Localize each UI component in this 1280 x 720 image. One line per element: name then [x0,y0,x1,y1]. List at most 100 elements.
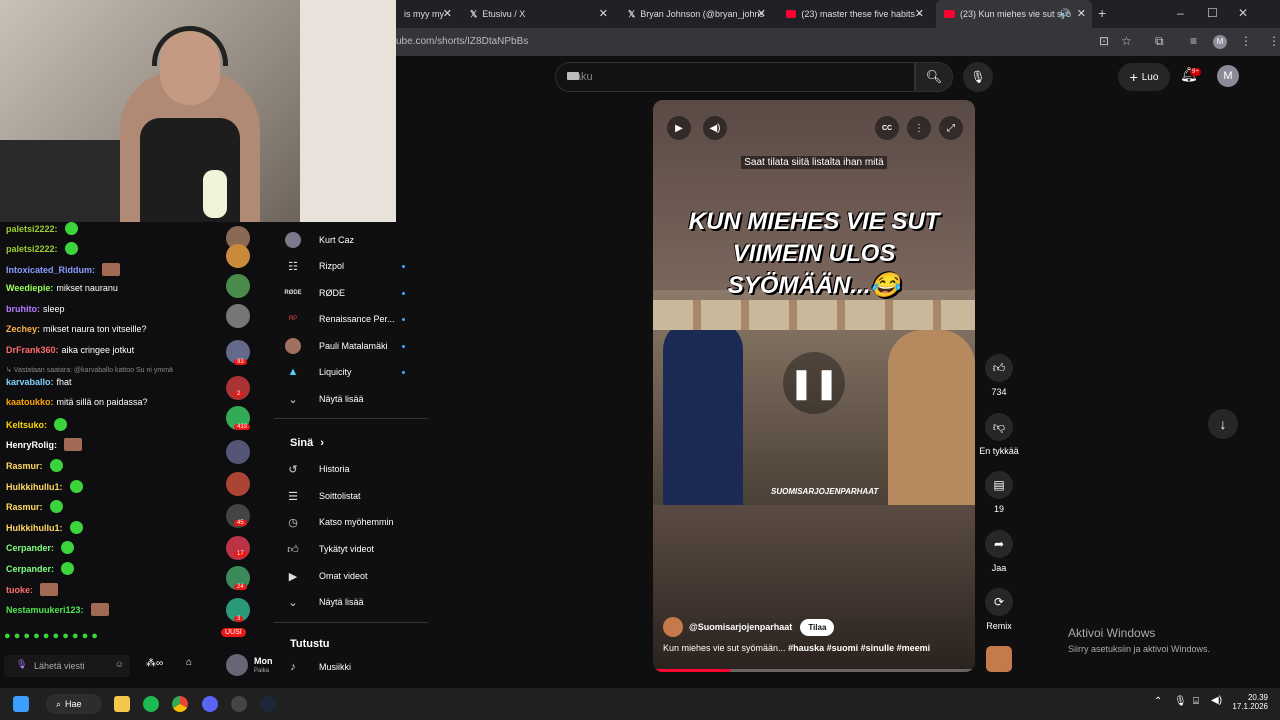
url-field[interactable]: ube.com/shorts/IZ8DtaNPbBs [396,36,528,47]
chat-username[interactable]: tuoke: [6,585,33,595]
chat-username[interactable]: paletsi2222: [6,224,58,234]
voice-search-button[interactable]: 🎙︎ [963,62,993,92]
create-button[interactable]: + Luo [1118,63,1170,91]
rail-avatar[interactable] [226,654,248,676]
close-icon[interactable]: ✕ [1077,7,1086,20]
close-icon[interactable]: ✕ [443,7,452,20]
close-icon[interactable]: ✕ [757,7,766,20]
chat-username[interactable]: DrFrank360: [6,345,59,355]
chrome-icon[interactable] [172,696,188,712]
close-icon[interactable]: ✕ [915,7,924,20]
speaker-icon[interactable]: 🔊 [1059,8,1070,19]
sidebar-item-liked-videos[interactable]: 👍︎ Tykätyt videot [285,536,415,562]
next-video-button[interactable]: ↓ [1208,409,1238,439]
subscribe-button[interactable]: Tilaa [800,618,835,636]
keyboard-icon[interactable] [567,72,579,80]
rail-avatar[interactable] [226,274,250,298]
media-control-icon[interactable]: ≡ [1190,34,1197,48]
rail-avatar[interactable] [226,440,250,464]
close-icon[interactable]: ✕ [599,7,608,20]
gift-icon[interactable]: ⌂ [186,657,192,668]
browser-tab[interactable]: is myy my ✕ [396,0,458,28]
install-app-icon[interactable]: ⊡ [1099,34,1109,48]
captions-button[interactable]: CC [875,116,899,140]
sidebar-subscription[interactable]: ☷ Rizpol [285,253,415,279]
play-button[interactable]: ▶ [667,116,691,140]
emoji-icon[interactable]: ☺ [115,659,124,669]
browser-tab-active[interactable]: (23) Kun miehes vie sut syö 🔊 ✕ [936,0,1092,28]
clock[interactable]: 20.39 17.1.2026 [1232,693,1268,711]
video-progress-bar[interactable] [653,669,975,672]
chat-username[interactable]: Rasmur: [6,502,43,512]
sidebar-subscription[interactable]: RP Renaissance Per... [285,306,415,332]
chat-username[interactable]: kaatoukko: [6,397,54,407]
rail-avatar[interactable] [226,472,250,496]
rail-avatar[interactable] [226,304,250,328]
maximize-icon[interactable]: ☐ [1207,6,1218,20]
sidebar-item-watch-later[interactable]: ◷ Katso myöhemmin [285,509,415,535]
share-button[interactable]: ➦ Jaa [977,530,1021,573]
dislike-button[interactable]: 👎︎ En tykkää [977,413,1021,456]
extensions-icon[interactable]: ⧉ [1155,34,1164,49]
like-button[interactable]: 👍︎ 734 [977,354,1021,397]
chat-input[interactable]: 🎙︎ Lähetä viesti ☺ [4,655,130,677]
channel-name[interactable]: @Suomisarjojenparhaat [689,622,792,632]
more-options-button[interactable]: ⋮ [907,116,931,140]
sidebar-subscription[interactable]: ▲ Liquicity [285,359,415,385]
video-title[interactable]: Kun miehes vie sut syömään... #hauska #s… [663,643,963,653]
chat-username[interactable]: Weediepie: [6,283,53,293]
sidebar-show-more[interactable]: ⌄ Näytä lisää [285,386,415,412]
search-button[interactable]: 🔍︎ [915,62,953,92]
remix-button[interactable]: ⟳ Remix [977,588,1021,631]
sidebar-show-more[interactable]: ⌄ Näytä lisää [285,589,415,615]
tray-chevron-icon[interactable]: ⌃ [1154,696,1162,707]
pause-overlay-button[interactable]: ❚❚ [783,352,845,414]
account-avatar[interactable]: M [1217,65,1239,87]
network-icon[interactable]: ⌸ [1193,696,1199,707]
chat-username[interactable]: paletsi2222: [6,244,58,254]
side-panel-icon[interactable]: ⋮ [1268,34,1280,48]
video-hashtags[interactable]: #hauska #suomi #sinulle #meemi [788,643,930,653]
chat-username[interactable]: bruhito: [6,304,40,314]
comments-button[interactable]: ▤ 19 [977,471,1021,514]
bookmark-star-icon[interactable]: ☆ [1121,34,1132,48]
rail-channel-name[interactable]: Mon [254,656,273,666]
sidebar-item-music[interactable]: ♪ Musiikki [285,654,415,680]
steam-icon[interactable] [260,696,276,712]
fullscreen-button[interactable]: ⤢ [939,116,963,140]
chat-username[interactable]: karvaballo: [6,377,54,387]
chat-username[interactable]: HenryRolig: [6,440,57,450]
chat-username[interactable]: Zechey: [6,324,40,334]
chat-username[interactable]: Keltsuko: [6,420,47,430]
tray-volume-icon[interactable]: ◀) [1211,695,1222,706]
sidebar-section-you[interactable]: Sinä › [290,437,324,449]
chat-username[interactable]: Cerpander: [6,543,54,553]
new-tab-icon[interactable]: + [1098,5,1106,21]
sidebar-subscription[interactable]: Kurt Caz [285,227,415,253]
search-input[interactable]: Haku [555,62,915,92]
file-explorer-icon[interactable] [114,696,130,712]
emote-bar[interactable]: ● ● ● ● ● ● ● ● ● ● [4,630,98,642]
chat-username[interactable]: Nestamuukeri123: [6,605,84,615]
taskbar-search[interactable]: ⌕ Hae [46,694,102,714]
volume-button[interactable]: ◀) [703,116,727,140]
sidebar-subscription[interactable]: RØDE RØDE [284,280,415,306]
profile-avatar[interactable]: M [1213,35,1227,49]
chat-username[interactable]: Hulkkihullu1: [6,482,63,492]
sidebar-item-your-videos[interactable]: ▶ Omat videot [285,563,415,589]
sidebar-subscription[interactable]: Pauli Matalamäki [285,333,415,359]
browser-tab[interactable]: (23) master these five habits - Y ✕ [778,0,930,28]
browser-tab[interactable]: 𝕏 Bryan Johnson (@bryan_johnso ✕ [620,0,772,28]
sound-thumbnail[interactable] [986,646,1012,672]
discord-icon[interactable] [202,696,218,712]
browser-tab[interactable]: 𝕏 Etusivu / X ✕ [462,0,614,28]
channel-avatar[interactable] [663,617,683,637]
spotify-icon[interactable] [143,696,159,712]
sidebar-item-history[interactable]: ↺ Historia [285,456,415,482]
chat-username[interactable]: Rasmur: [6,461,43,471]
minimize-icon[interactable]: – [1177,6,1184,20]
shorts-video-player[interactable]: ▶ ◀) CC ⋮ ⤢ Saat tilata siitä listalta i… [653,100,975,672]
chat-username[interactable]: Cerpander: [6,564,54,574]
bits-icon[interactable]: ⁂∞ [146,658,163,669]
chat-username[interactable]: Hulkkihullu1: [6,523,63,533]
